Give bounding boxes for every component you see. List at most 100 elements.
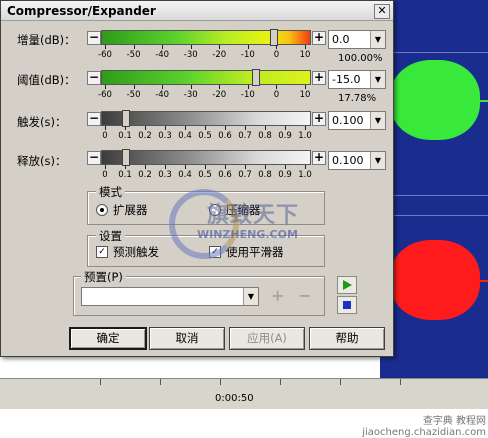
- gain-slider-thumb[interactable]: [270, 29, 278, 46]
- chevron-down-icon[interactable]: ▼: [370, 31, 385, 48]
- scale-tick: [125, 165, 126, 169]
- release-slider-thumb[interactable]: [122, 149, 130, 166]
- expander-radio[interactable]: [96, 204, 108, 216]
- ok-button[interactable]: 确定: [69, 327, 147, 350]
- release-slider[interactable]: [101, 149, 311, 166]
- preview-stop-button[interactable]: [337, 296, 357, 314]
- expander-label[interactable]: 扩展器: [113, 202, 148, 218]
- scale-tick: [285, 165, 286, 169]
- chevron-down-icon[interactable]: ▼: [243, 288, 258, 305]
- preset-group-title: 预置(P): [81, 269, 126, 285]
- release-increase-button[interactable]: +: [312, 151, 326, 165]
- scale-tick-label: 0.7: [238, 170, 252, 180]
- scale-tick: [276, 85, 278, 89]
- attack-decrease-button[interactable]: −: [87, 112, 101, 126]
- predict-attack-label[interactable]: 预测触发: [113, 244, 159, 260]
- gain-label: 增量(dB)：: [17, 33, 76, 47]
- use-smoother-label[interactable]: 使用平滑器: [226, 244, 284, 260]
- scale-tick: [205, 165, 206, 169]
- scale-tick: [185, 165, 186, 169]
- waveform-gridline: [380, 52, 488, 53]
- chevron-down-icon[interactable]: ▼: [370, 71, 385, 88]
- release-decrease-button[interactable]: −: [87, 151, 101, 165]
- gain-value-combo[interactable]: 0.0 ▼: [328, 30, 386, 49]
- scale-tick-label: -10: [240, 50, 255, 60]
- scale-tick-label: 0: [102, 170, 108, 180]
- scale-tick-label: 1.0: [298, 170, 312, 180]
- threshold-slider[interactable]: [101, 69, 311, 86]
- threshold-value-combo[interactable]: -15.0 ▼: [328, 70, 386, 89]
- add-preset-button[interactable]: +: [271, 286, 284, 305]
- release-value-combo[interactable]: 0.100 ▼: [328, 151, 386, 170]
- waveform-centerline-left: [380, 100, 488, 102]
- scale-tick: [219, 45, 221, 49]
- scale-tick: [247, 45, 249, 49]
- threshold-increase-button[interactable]: +: [312, 71, 326, 85]
- gain-slider[interactable]: [101, 29, 311, 46]
- scale-tick: [305, 126, 306, 130]
- release-value: 0.100: [332, 154, 364, 167]
- scale-tick: [145, 165, 146, 169]
- scale-tick: [265, 165, 266, 169]
- scale-tick-label: -50: [126, 90, 141, 100]
- chevron-down-icon[interactable]: ▼: [370, 152, 385, 169]
- scale-tick: [305, 165, 306, 169]
- watermark-domain: WINZHENG.COM: [197, 228, 298, 241]
- help-button[interactable]: 帮助: [309, 327, 385, 350]
- scale-tick-label: 0: [273, 50, 280, 60]
- scale-tick-label: -10: [240, 90, 255, 100]
- settings-group-title: 设置: [96, 228, 125, 244]
- waveform-view[interactable]: [380, 0, 488, 408]
- apply-button[interactable]: 应用(A): [229, 327, 305, 350]
- scale-tick-label: 0.8: [258, 170, 272, 180]
- scale-tick-label: 0.2: [138, 170, 152, 180]
- attack-slider-thumb[interactable]: [122, 110, 130, 127]
- attack-scale: 0 0.1 0.2 0.3 0.4 0.5 0.6 0.7 0.8 0.9 1.0: [101, 126, 312, 142]
- attack-slider[interactable]: [101, 110, 311, 127]
- play-icon: [343, 280, 352, 290]
- release-scale: 0 0.1 0.2 0.3 0.4 0.5 0.6 0.7 0.8 0.9 1.0: [101, 165, 312, 181]
- scale-tick-label: -40: [155, 50, 170, 60]
- waveform-centerline-right: [380, 280, 488, 282]
- scale-tick-label: -30: [183, 50, 198, 60]
- scale-tick-label: -50: [126, 50, 141, 60]
- gain-percent: 100.00%: [338, 53, 383, 64]
- predict-attack-checkbox[interactable]: ✓: [96, 246, 108, 258]
- scale-tick: [205, 126, 206, 130]
- scale-tick: [245, 165, 246, 169]
- scale-tick: [305, 85, 306, 89]
- attack-value-combo[interactable]: 0.100 ▼: [328, 111, 386, 130]
- scale-tick-label: -60: [98, 90, 112, 100]
- scale-tick: [105, 45, 106, 49]
- title-bar[interactable]: Compressor/Expander ✕: [1, 1, 393, 21]
- preset-select[interactable]: ▼: [81, 287, 259, 306]
- cancel-button[interactable]: 取消: [149, 327, 225, 350]
- scale-tick-label: 0.5: [198, 170, 212, 180]
- gain-increase-button[interactable]: +: [312, 31, 326, 45]
- scale-tick: [245, 126, 246, 130]
- scale-tick-label: -20: [212, 90, 227, 100]
- mode-group-title: 模式: [96, 184, 125, 200]
- scale-tick: [165, 165, 166, 169]
- attack-increase-button[interactable]: +: [312, 112, 326, 126]
- scale-tick-label: 0: [273, 90, 280, 100]
- chevron-down-icon[interactable]: ▼: [370, 112, 385, 129]
- scale-tick: [165, 126, 166, 130]
- watermark-text: 旗致天下: [207, 203, 300, 228]
- timeline-time-label: 0:00:50: [215, 393, 254, 404]
- close-button[interactable]: ✕: [374, 4, 390, 19]
- scale-tick-label: 0.7: [238, 131, 252, 141]
- attack-label: 触发(s)：: [17, 115, 67, 129]
- preview-play-button[interactable]: [337, 276, 357, 294]
- scale-tick: [105, 85, 106, 89]
- scale-tick: [185, 126, 186, 130]
- gain-decrease-button[interactable]: −: [87, 31, 101, 45]
- scale-tick-label: 0.9: [278, 170, 292, 180]
- scale-tick-label: -40: [155, 90, 170, 100]
- scale-tick: [145, 126, 146, 130]
- scale-tick: [190, 45, 192, 49]
- scale-tick-label: 0.4: [178, 170, 192, 180]
- threshold-decrease-button[interactable]: −: [87, 71, 101, 85]
- threshold-slider-thumb[interactable]: [252, 69, 260, 86]
- remove-preset-button[interactable]: −: [298, 286, 311, 305]
